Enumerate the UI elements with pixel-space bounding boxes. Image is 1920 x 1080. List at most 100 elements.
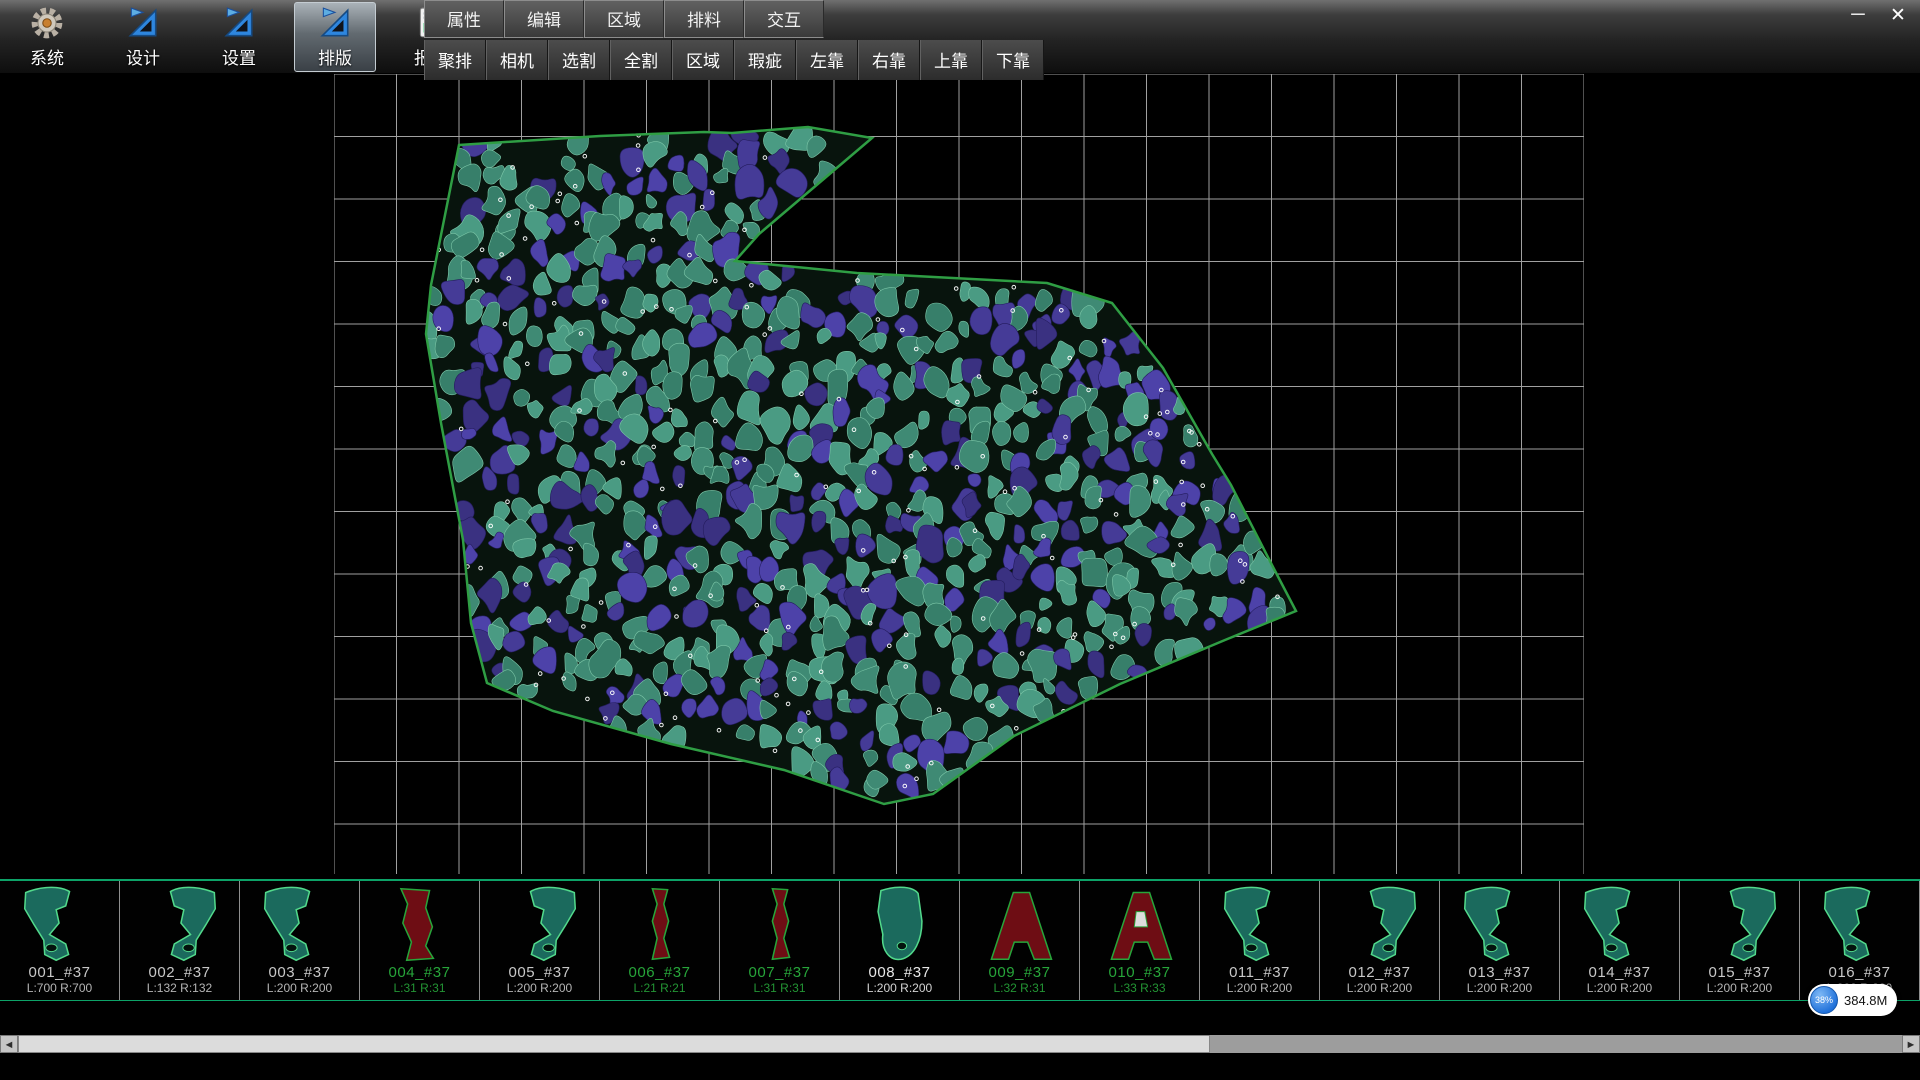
thumbnail-item[interactable]: 011_#37L:200 R:200: [1200, 881, 1320, 1000]
tool-button-align-top[interactable]: 上靠: [920, 40, 982, 80]
toolbar-button-settings[interactable]: 设置: [198, 2, 280, 72]
tool-button-align-bottom[interactable]: 下靠: [982, 40, 1044, 80]
tool-button-defect[interactable]: 瑕疵: [734, 40, 796, 80]
piece-label: 006_#37: [629, 965, 691, 981]
piece-size-label: L:200 R:200: [507, 981, 572, 995]
piece-size-label: L:200 R:200: [1227, 981, 1292, 995]
piece-size-label: L:200 R:200: [867, 981, 932, 995]
nesting-canvas[interactable]: [334, 74, 1584, 874]
thumbnail-item[interactable]: 007_#37L:31 R:31: [720, 881, 840, 1000]
menu-tab-nesting[interactable]: 排料: [664, 0, 744, 38]
piece-label: 002_#37: [149, 965, 211, 981]
tool-button-cut-all[interactable]: 全割: [610, 40, 672, 80]
tool-button-zone[interactable]: 区域: [672, 40, 734, 80]
piece-label: 009_#37: [989, 965, 1051, 981]
piece-size-label: L:32 R:31: [993, 981, 1045, 995]
thumbnail-item[interactable]: 008_#37L:200 R:200: [840, 881, 960, 1000]
piece-shape: [727, 883, 833, 965]
menu-tab-properties[interactable]: 属性: [424, 0, 504, 38]
thumbnail-item[interactable]: 014_#37L:200 R:200: [1560, 881, 1680, 1000]
menu-tab-interact[interactable]: 交互: [744, 0, 824, 38]
toolbar-button-label: 系统: [30, 44, 64, 69]
tool-button-align-left[interactable]: 左靠: [796, 40, 858, 80]
piece-label: 003_#37: [269, 965, 331, 981]
piece-label: 001_#37: [29, 965, 91, 981]
thumbnail-item[interactable]: 005_#37L:200 R:200: [480, 881, 600, 1000]
thumbnail-item[interactable]: 002_#37L:132 R:132: [120, 881, 240, 1000]
piece-shape: [607, 883, 713, 965]
piece-size-label: L:700 R:700: [27, 981, 92, 995]
piece-size-label: L:21 R:21: [633, 981, 685, 995]
application-window: 系统设计设置排版报表 属性编辑区域排料交互 聚排相机选割全割区域瑕疵左靠右靠上靠…: [0, 0, 1920, 1080]
piece-label: 004_#37: [389, 965, 451, 981]
menu-tab-region[interactable]: 区域: [584, 0, 664, 38]
nesting-workspace[interactable]: [334, 74, 1584, 874]
thumbnail-item[interactable]: 016_#37L:200 R:200: [1800, 881, 1920, 1000]
window-controls: ─ ✕: [1846, 3, 1910, 27]
piece-shape: [967, 883, 1073, 965]
setsquare-icon: [125, 5, 161, 41]
horizontal-scrollbar[interactable]: ◄ ►: [0, 1035, 1920, 1053]
piece-shape: [487, 883, 593, 965]
setsquare-icon: [221, 5, 257, 41]
tool-button-camera[interactable]: 相机: [486, 40, 548, 80]
piece-label: 016_#37: [1829, 965, 1891, 981]
toolbar-button-system[interactable]: 系统: [6, 2, 88, 72]
thumbnail-item[interactable]: 004_#37L:31 R:31: [360, 881, 480, 1000]
tool-button-select-cut[interactable]: 选割: [548, 40, 610, 80]
toolbar-button-label: 设计: [126, 44, 160, 69]
piece-size-label: L:200 R:200: [1587, 981, 1652, 995]
piece-label: 013_#37: [1469, 965, 1531, 981]
piece-shape: [1207, 883, 1313, 965]
tool-button-row: 聚排相机选割全割区域瑕疵左靠右靠上靠下靠: [424, 40, 1044, 80]
piece-shape: [1567, 883, 1673, 965]
piece-shape: [1807, 883, 1913, 965]
progress-indicator: 38%: [1810, 986, 1838, 1014]
menu-tab-row: 属性编辑区域排料交互: [424, 0, 1044, 38]
piece-shape: [847, 883, 953, 965]
piece-label: 015_#37: [1709, 965, 1771, 981]
piece-shape: [127, 883, 233, 965]
piece-shape: [367, 883, 473, 965]
piece-size-label: L:200 R:200: [1347, 981, 1412, 995]
piece-label: 005_#37: [509, 965, 571, 981]
scroll-left-arrow-icon[interactable]: ◄: [0, 1035, 18, 1053]
tool-button-align-right[interactable]: 右靠: [858, 40, 920, 80]
pieces-strip: 001_#37L:700 R:700002_#37L:132 R:132003_…: [0, 879, 1920, 1001]
piece-label: 010_#37: [1109, 965, 1171, 981]
close-button[interactable]: ✕: [1886, 3, 1910, 27]
thumbnail-item[interactable]: 003_#37L:200 R:200: [240, 881, 360, 1000]
minimize-button[interactable]: ─: [1846, 3, 1870, 27]
piece-label: 014_#37: [1589, 965, 1651, 981]
piece-label: 011_#37: [1229, 965, 1290, 981]
toolbar-button-label: 排版: [318, 44, 352, 69]
tool-button-cluster-nest[interactable]: 聚排: [424, 40, 486, 80]
toolbar-button-layout[interactable]: 排版: [294, 2, 376, 72]
piece-size-label: L:200 R:200: [1707, 981, 1772, 995]
piece-shape: [1087, 883, 1193, 965]
menu-tab-edit[interactable]: 编辑: [504, 0, 584, 38]
piece-size-label: L:200 R:200: [1467, 981, 1532, 995]
thumbnail-item[interactable]: 013_#37L:200 R:200: [1440, 881, 1560, 1000]
piece-shape: [1447, 883, 1553, 965]
piece-shape: [7, 883, 113, 965]
scroll-right-arrow-icon[interactable]: ►: [1902, 1035, 1920, 1053]
toolbar-button-design[interactable]: 设计: [102, 2, 184, 72]
thumbnail-item[interactable]: 001_#37L:700 R:700: [0, 881, 120, 1000]
piece-size-label: L:132 R:132: [147, 981, 212, 995]
thumbnail-item[interactable]: 009_#37L:32 R:31: [960, 881, 1080, 1000]
memory-usage-label: 384.8M: [1844, 993, 1887, 1008]
top-toolbar: 系统设计设置排版报表 属性编辑区域排料交互 聚排相机选割全割区域瑕疵左靠右靠上靠…: [0, 0, 1920, 74]
thumbnail-item[interactable]: 010_#37L:33 R:33: [1080, 881, 1200, 1000]
piece-shape: [247, 883, 353, 965]
status-badge: 38% 384.8M: [1808, 984, 1897, 1016]
piece-size-label: L:31 R:31: [393, 981, 445, 995]
thumbnail-item[interactable]: 006_#37L:21 R:21: [600, 881, 720, 1000]
piece-label: 007_#37: [749, 965, 811, 981]
thumbnail-item[interactable]: 012_#37L:200 R:200: [1320, 881, 1440, 1000]
piece-size-label: L:200 R:200: [267, 981, 332, 995]
piece-shape: [1327, 883, 1433, 965]
menu-area: 属性编辑区域排料交互 聚排相机选割全割区域瑕疵左靠右靠上靠下靠: [424, 0, 1044, 80]
scrollbar-thumb[interactable]: [18, 1035, 1210, 1053]
thumbnail-item[interactable]: 015_#37L:200 R:200: [1680, 881, 1800, 1000]
